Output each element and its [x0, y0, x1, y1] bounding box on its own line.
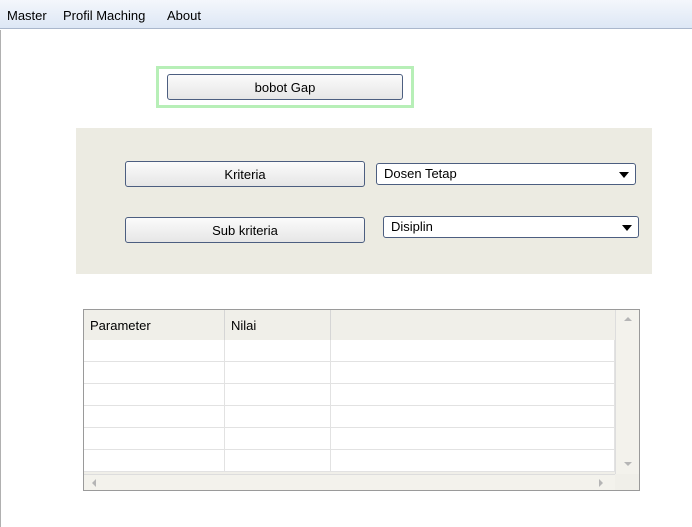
- criteria-panel: Kriteria Dosen Tetap Sub kriteria Disipl…: [76, 128, 652, 274]
- sub-kriteria-button[interactable]: Sub kriteria: [125, 217, 365, 243]
- table-filler-cell: [331, 340, 615, 362]
- grid-header: Parameter Nilai: [84, 310, 615, 341]
- horizontal-scrollbar[interactable]: [84, 474, 615, 490]
- menu-about[interactable]: About: [167, 8, 201, 23]
- vertical-scrollbar[interactable]: [615, 310, 639, 474]
- table-row[interactable]: [84, 362, 615, 384]
- table-cell[interactable]: [84, 428, 225, 450]
- table-cell[interactable]: [225, 428, 331, 450]
- table-row[interactable]: [84, 450, 615, 472]
- chevron-down-icon: [622, 225, 632, 231]
- table-cell[interactable]: [225, 340, 331, 362]
- table-row[interactable]: [84, 428, 615, 450]
- table-cell[interactable]: [84, 450, 225, 472]
- table-row[interactable]: [84, 384, 615, 406]
- table-filler-cell: [331, 406, 615, 428]
- table-cell[interactable]: [225, 384, 331, 406]
- table-row[interactable]: [84, 340, 615, 362]
- menu-master[interactable]: Master: [7, 8, 47, 23]
- table-cell[interactable]: [84, 362, 225, 384]
- scroll-down-arrow-icon[interactable]: [624, 462, 632, 466]
- grid-body: [84, 340, 615, 474]
- kriteria-dropdown-value: Dosen Tetap: [384, 166, 457, 181]
- table-row[interactable]: [84, 406, 615, 428]
- kriteria-dropdown[interactable]: Dosen Tetap: [376, 163, 636, 185]
- table-cell[interactable]: [84, 406, 225, 428]
- sub-kriteria-dropdown[interactable]: Disiplin: [383, 216, 639, 238]
- scroll-up-arrow-icon[interactable]: [624, 317, 632, 321]
- table-cell[interactable]: [84, 340, 225, 362]
- menu-profil-maching[interactable]: Profil Maching: [63, 8, 145, 23]
- bobot-gap-button[interactable]: bobot Gap: [167, 74, 403, 100]
- table-cell[interactable]: [84, 384, 225, 406]
- data-grid[interactable]: Parameter Nilai: [83, 309, 640, 491]
- table-cell[interactable]: [225, 450, 331, 472]
- sub-kriteria-dropdown-value: Disiplin: [391, 219, 433, 234]
- scroll-left-arrow-icon[interactable]: [92, 479, 96, 487]
- table-cell[interactable]: [225, 362, 331, 384]
- window-left-border: [0, 30, 6, 527]
- menu-bar: Master Profil Maching About: [0, 0, 692, 29]
- column-header-parameter[interactable]: Parameter: [84, 310, 225, 340]
- table-cell[interactable]: [225, 406, 331, 428]
- table-filler-cell: [331, 384, 615, 406]
- chevron-down-icon: [619, 172, 629, 178]
- table-filler-cell: [331, 450, 615, 472]
- kriteria-button[interactable]: Kriteria: [125, 161, 365, 187]
- table-filler-cell: [331, 428, 615, 450]
- table-filler-cell: [331, 362, 615, 384]
- column-header-nilai[interactable]: Nilai: [225, 310, 331, 340]
- scroll-right-arrow-icon[interactable]: [599, 479, 603, 487]
- scrollbar-corner: [615, 474, 639, 490]
